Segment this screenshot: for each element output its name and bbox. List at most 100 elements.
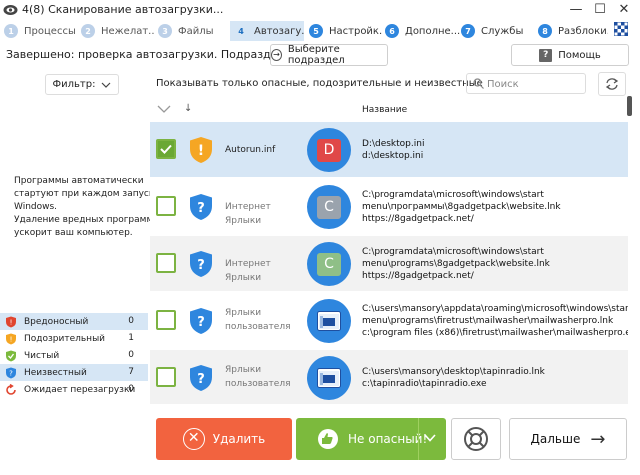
path-line: https://8gadgetpack.net/	[362, 271, 474, 281]
legend-suspicious[interactable]: ! Подозрительный 1	[0, 330, 148, 347]
step-number: 2	[81, 24, 95, 38]
step-label: Автозагу...	[254, 25, 304, 37]
filter-description: Показывать только опасные, подозрительны…	[156, 78, 483, 89]
refresh-arrows-icon	[605, 78, 619, 90]
table-row[interactable]: ? Интернет Ярлыки C C:\programdata\micro…	[150, 236, 628, 291]
unknown-shield-icon: ?	[190, 251, 212, 277]
unknown-shield-icon: ?	[190, 308, 212, 334]
window-title: 4(8) Сканирование автозагрузки...	[22, 3, 224, 16]
drive-letter-icon: D	[317, 139, 341, 162]
table-row[interactable]: ? Ярлыки пользователя C:\users\mansory\a…	[150, 293, 628, 348]
column-header-name[interactable]: Название	[362, 105, 407, 115]
support-button[interactable]	[451, 418, 501, 460]
minimize-button[interactable]: —	[566, 1, 586, 18]
search-box[interactable]	[466, 73, 586, 94]
search-input[interactable]	[487, 76, 581, 92]
path-line: C:\programdata\microsoft\windows\start	[362, 247, 544, 257]
path-line: https://8gadgetpack.net/	[362, 214, 474, 224]
close-button[interactable]: ✕	[614, 1, 634, 18]
step-tab-3[interactable]: 3 Файлы	[158, 21, 228, 41]
list-scrollbar[interactable]	[627, 96, 632, 116]
not-dangerous-label: Не опасный!	[348, 432, 428, 446]
next-label: Дальше	[530, 432, 581, 446]
step-tab-7[interactable]: 7 Службы	[461, 21, 531, 41]
help-button[interactable]: ? Помощь	[511, 44, 629, 66]
delete-label: Удалить	[212, 432, 266, 446]
filter-dropdown[interactable]: Фильтр:	[45, 74, 119, 95]
search-icon	[473, 78, 484, 89]
path-line: c:\program files (x86)\firetrust\mailwas…	[362, 328, 628, 338]
path-line: menu\программы\8gadgetpack\website.lnk	[362, 202, 561, 212]
step-tab-2[interactable]: 2 Нежелат...	[81, 21, 155, 41]
step-tab-5[interactable]: 5 Настройк...	[309, 21, 383, 41]
arrow-right-icon: →	[590, 428, 606, 450]
step-tab-4[interactable]: 4 Автозагу...	[230, 21, 304, 41]
step-label: Службы	[481, 25, 524, 37]
step-label: Настройк...	[329, 25, 383, 37]
table-row[interactable]: ! Autorun.inf D D:\desktop.ini d:\deskto…	[150, 122, 628, 177]
legend-malicious[interactable]: ! Вредоносный 0	[0, 313, 148, 330]
row-checkbox[interactable]	[156, 196, 176, 216]
chevron-down-icon[interactable]	[423, 432, 437, 444]
select-subsection-button[interactable]: → Выберите подраздел	[270, 44, 388, 66]
table-row[interactable]: ? Интернет Ярлыки C C:\programdata\micro…	[150, 179, 628, 234]
item-avatar: D	[307, 128, 351, 172]
reboot-arrow-icon	[6, 383, 16, 395]
step-number: 3	[158, 24, 172, 38]
legend-count: 0	[128, 350, 134, 360]
maximize-button[interactable]: ☐	[590, 1, 610, 18]
legend-unknown[interactable]: ? Неизвестный 7	[0, 364, 148, 381]
table-row[interactable]: ? Ярлыки пользователя C:\users\mansory\d…	[150, 350, 628, 404]
item-avatar: C	[307, 242, 351, 286]
status-legend: ! Вредоносный 0 ! Подозрительный 1 Чисты…	[0, 313, 148, 398]
row-checkbox[interactable]	[156, 310, 176, 330]
shortcut-letter-icon: C	[317, 253, 341, 276]
not-dangerous-button[interactable]: Не опасный!	[296, 418, 446, 460]
delete-button[interactable]: ✕ Удалить	[156, 418, 292, 460]
path-line: d:\desktop.ini	[362, 151, 424, 161]
question-icon: ?	[539, 48, 553, 62]
item-avatar	[307, 299, 351, 343]
legend-pending-reboot[interactable]: Ожидает перезагрузки 0	[0, 381, 148, 398]
row-checkbox[interactable]	[156, 367, 176, 387]
svg-text:!: !	[10, 318, 13, 326]
item-avatar: C	[307, 185, 351, 229]
svg-text:?: ?	[197, 258, 205, 273]
step-label: Нежелат...	[101, 25, 155, 37]
svg-text:!: !	[10, 335, 13, 343]
sort-arrow-icon[interactable]: ↓	[184, 103, 192, 114]
clean-shield-icon	[6, 350, 16, 361]
legend-count: 0	[128, 384, 134, 394]
legend-label: Чистый	[24, 350, 60, 361]
select-all-chevron-icon[interactable]	[157, 104, 171, 114]
path-line: C:\programdata\microsoft\windows\start	[362, 190, 544, 200]
step-tab-6[interactable]: 6 Дополне...	[385, 21, 461, 41]
app-icon	[3, 5, 18, 15]
mail-app-icon	[317, 311, 341, 331]
row-paths: D:\desktop.ini d:\desktop.ini	[362, 138, 626, 162]
radio-app-icon	[317, 368, 341, 388]
step-number: 1	[4, 24, 18, 38]
step-tab-1[interactable]: 1 Процессы	[4, 21, 76, 41]
autorun-list: ! Autorun.inf D D:\desktop.ini d:\deskto…	[150, 122, 628, 404]
step-number: 5	[309, 24, 323, 38]
rescan-button[interactable]	[598, 72, 626, 96]
row-type: Autorun.inf	[225, 145, 276, 155]
legend-label: Вредоносный	[24, 316, 89, 327]
step-label: Разблоки...	[558, 25, 608, 37]
next-button[interactable]: Дальше →	[509, 418, 627, 460]
svg-text:?: ?	[197, 372, 205, 387]
suspicious-shield-icon: !	[6, 333, 16, 344]
row-type: Ярлыки пользователя	[225, 365, 291, 389]
row-checkbox[interactable]	[156, 253, 176, 273]
lifebuoy-icon	[464, 427, 488, 451]
path-line: C:\users\mansory\appdata\roaming\microso…	[362, 304, 628, 314]
row-checkbox[interactable]	[156, 139, 176, 159]
legend-clean[interactable]: Чистый 0	[0, 347, 148, 364]
unknown-shield-icon: ?	[190, 194, 212, 220]
step-tab-8[interactable]: 8 Разблоки...	[538, 21, 608, 41]
chevron-down-icon	[102, 82, 111, 88]
scan-status: Завершено: проверка автозагрузки. Подраз…	[6, 48, 315, 61]
description-line: стартуют при каждом запуске	[14, 189, 160, 199]
help-label: Помощь	[558, 49, 601, 61]
